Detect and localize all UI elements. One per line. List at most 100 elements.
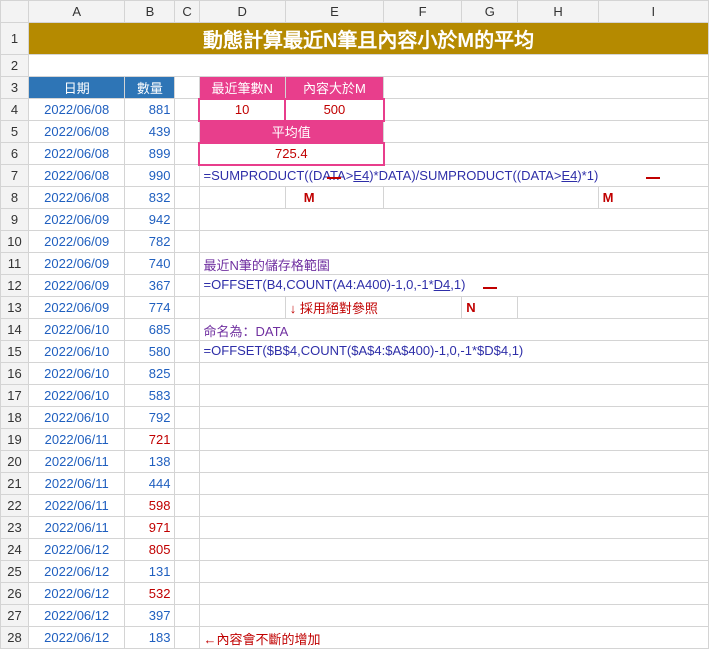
title-cell[interactable]: 動態計算最近N筆且內容小於M的平均	[29, 23, 709, 55]
cell-date[interactable]: 2022/06/10	[29, 385, 125, 407]
output-avg[interactable]: 725.4	[199, 143, 384, 165]
row-head-1[interactable]: 1	[1, 23, 29, 55]
row-head-23[interactable]: 23	[1, 517, 29, 539]
formula-offset-2[interactable]: =OFFSET($B$4,COUNT($A$4:$A$400)-1,0,-1*$…	[199, 341, 708, 363]
cell-qty[interactable]: 397	[125, 605, 175, 627]
cell-date[interactable]: 2022/06/09	[29, 231, 125, 253]
cell-date[interactable]: 2022/06/10	[29, 319, 125, 341]
row-head-25[interactable]: 25	[1, 561, 29, 583]
cell-date[interactable]: 2022/06/10	[29, 407, 125, 429]
row-head-21[interactable]: 21	[1, 473, 29, 495]
cell-qty[interactable]: 532	[125, 583, 175, 605]
col-F[interactable]: F	[384, 1, 462, 23]
col-B[interactable]: B	[125, 1, 175, 23]
cell-date[interactable]: 2022/06/12	[29, 539, 125, 561]
formula-sumproduct[interactable]: =SUMPRODUCT((DATA>E4)*DATA)/SUMPRODUCT((…	[199, 165, 708, 187]
row-head-20[interactable]: 20	[1, 451, 29, 473]
row-head-4[interactable]: 4	[1, 99, 29, 121]
row-head-15[interactable]: 15	[1, 341, 29, 363]
cell-qty[interactable]: 131	[125, 561, 175, 583]
cell-date[interactable]: 2022/06/11	[29, 517, 125, 539]
cell-qty[interactable]: 444	[125, 473, 175, 495]
cell-date[interactable]: 2022/06/10	[29, 363, 125, 385]
row-head-24[interactable]: 24	[1, 539, 29, 561]
cell-qty[interactable]: 583	[125, 385, 175, 407]
cell-qty[interactable]: 439	[125, 121, 175, 143]
col-H[interactable]: H	[518, 1, 598, 23]
header-recent-n[interactable]: 最近筆數N	[199, 77, 285, 99]
row-head-9[interactable]: 9	[1, 209, 29, 231]
cell-date[interactable]: 2022/06/11	[29, 429, 125, 451]
row-head-16[interactable]: 16	[1, 363, 29, 385]
cell-qty[interactable]: 740	[125, 253, 175, 275]
cell-qty[interactable]: 971	[125, 517, 175, 539]
cell-date[interactable]: 2022/06/09	[29, 275, 125, 297]
cell-date[interactable]: 2022/06/11	[29, 451, 125, 473]
cell-qty[interactable]: 825	[125, 363, 175, 385]
header-qty[interactable]: 數量	[125, 77, 175, 99]
cell-date[interactable]: 2022/06/12	[29, 561, 125, 583]
cell-date[interactable]: 2022/06/12	[29, 605, 125, 627]
row-head-22[interactable]: 22	[1, 495, 29, 517]
cell-qty[interactable]: 881	[125, 99, 175, 121]
cell-date[interactable]: 2022/06/12	[29, 583, 125, 605]
cell-qty[interactable]: 774	[125, 297, 175, 319]
row-head-26[interactable]: 26	[1, 583, 29, 605]
header-date[interactable]: 日期	[29, 77, 125, 99]
cell-qty[interactable]: 782	[125, 231, 175, 253]
cell-qty[interactable]: 580	[125, 341, 175, 363]
input-n[interactable]: 10	[199, 99, 285, 121]
row-head-17[interactable]: 17	[1, 385, 29, 407]
cell-qty[interactable]: 832	[125, 187, 175, 209]
row-head-10[interactable]: 10	[1, 231, 29, 253]
row-head-8[interactable]: 8	[1, 187, 29, 209]
cell-qty[interactable]: 990	[125, 165, 175, 187]
header-gt-m[interactable]: 內容大於M	[285, 77, 383, 99]
cell-qty[interactable]: 792	[125, 407, 175, 429]
row-head-28[interactable]: 28	[1, 627, 29, 649]
cell-qty[interactable]: 598	[125, 495, 175, 517]
cell-date[interactable]: 2022/06/08	[29, 99, 125, 121]
cell-qty[interactable]: 367	[125, 275, 175, 297]
row-head-14[interactable]: 14	[1, 319, 29, 341]
cell-date[interactable]: 2022/06/09	[29, 209, 125, 231]
row-head-7[interactable]: 7	[1, 165, 29, 187]
col-I[interactable]: I	[598, 1, 708, 23]
row-head-5[interactable]: 5	[1, 121, 29, 143]
row-head-12[interactable]: 12	[1, 275, 29, 297]
cell-date[interactable]: 2022/06/11	[29, 473, 125, 495]
cell-qty[interactable]: 183	[125, 627, 175, 649]
row-head-13[interactable]: 13	[1, 297, 29, 319]
spreadsheet[interactable]: A B C D E F G H I 1 動態計算最近N筆且內容小於M的平均 2 …	[0, 0, 709, 649]
cell-date[interactable]: 2022/06/09	[29, 297, 125, 319]
col-A[interactable]: A	[29, 1, 125, 23]
input-m[interactable]: 500	[285, 99, 383, 121]
col-D[interactable]: D	[199, 1, 285, 23]
cell-qty[interactable]: 942	[125, 209, 175, 231]
cell-date[interactable]: 2022/06/11	[29, 495, 125, 517]
cell-qty[interactable]: 138	[125, 451, 175, 473]
cell-date[interactable]: 2022/06/08	[29, 143, 125, 165]
cell-date[interactable]: 2022/06/08	[29, 187, 125, 209]
row-23: 232022/06/11971	[1, 517, 709, 539]
col-G[interactable]: G	[462, 1, 518, 23]
col-E[interactable]: E	[285, 1, 383, 23]
cell-qty[interactable]: 721	[125, 429, 175, 451]
row-head-27[interactable]: 27	[1, 605, 29, 627]
col-C[interactable]: C	[175, 1, 199, 23]
corner-cell[interactable]	[1, 1, 29, 23]
cell-qty[interactable]: 899	[125, 143, 175, 165]
cell-qty[interactable]: 805	[125, 539, 175, 561]
cell-date[interactable]: 2022/06/10	[29, 341, 125, 363]
cell-date[interactable]: 2022/06/08	[29, 165, 125, 187]
cell-date[interactable]: 2022/06/09	[29, 253, 125, 275]
header-avg[interactable]: 平均值	[199, 121, 384, 143]
formula-offset-1[interactable]: =OFFSET(B4,COUNT(A4:A400)-1,0,-1*D4,1)	[199, 275, 708, 297]
row-head-19[interactable]: 19	[1, 429, 29, 451]
cell-date[interactable]: 2022/06/08	[29, 121, 125, 143]
row-head-18[interactable]: 18	[1, 407, 29, 429]
cell-date[interactable]: 2022/06/12	[29, 627, 125, 649]
cell-qty[interactable]: 685	[125, 319, 175, 341]
row-head-6[interactable]: 6	[1, 143, 29, 165]
row-head-11[interactable]: 11	[1, 253, 29, 275]
